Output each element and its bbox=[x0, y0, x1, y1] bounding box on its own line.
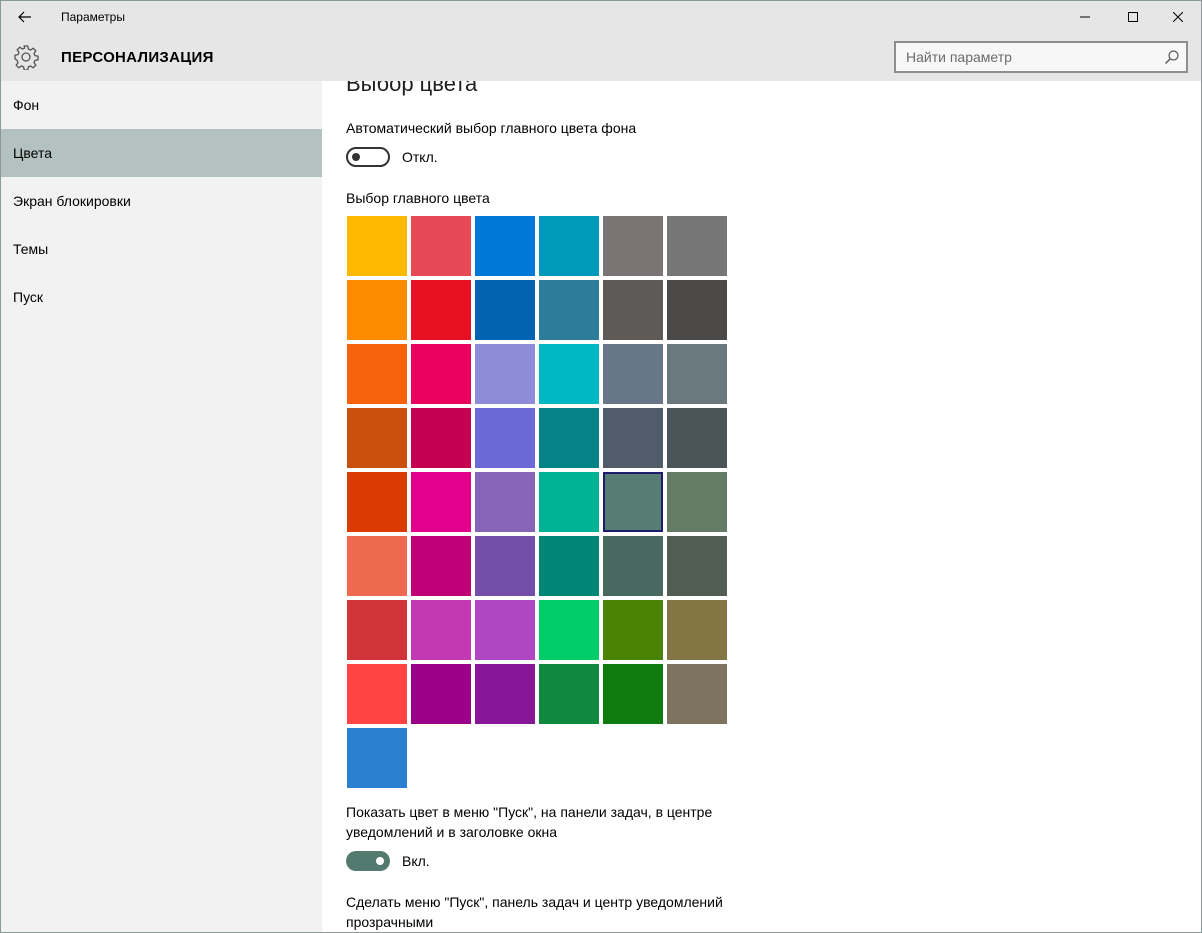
color-swatch[interactable] bbox=[347, 344, 407, 404]
settings-header: ПЕРСОНАЛИЗАЦИЯ bbox=[1, 33, 1201, 81]
color-swatch[interactable] bbox=[603, 472, 663, 532]
color-swatch[interactable] bbox=[475, 536, 535, 596]
color-swatch[interactable] bbox=[603, 344, 663, 404]
color-swatch[interactable] bbox=[347, 216, 407, 276]
color-swatch[interactable] bbox=[603, 536, 663, 596]
show-color-label-line2: уведомлений и в заголовке окна bbox=[346, 824, 558, 840]
close-icon bbox=[1173, 12, 1183, 22]
color-swatch[interactable] bbox=[539, 536, 599, 596]
sidebar-item-colors[interactable]: Цвета bbox=[1, 129, 322, 177]
auto-color-toggle[interactable] bbox=[346, 147, 390, 167]
section-heading: Выбор цвета bbox=[346, 81, 478, 96]
color-swatch[interactable] bbox=[667, 600, 727, 660]
color-swatch[interactable] bbox=[347, 280, 407, 340]
color-swatch[interactable] bbox=[667, 664, 727, 724]
color-swatch[interactable] bbox=[667, 536, 727, 596]
color-swatch[interactable] bbox=[539, 664, 599, 724]
transparent-label-line1: Сделать меню "Пуск", панель задач и цент… bbox=[346, 894, 723, 910]
color-swatch[interactable] bbox=[411, 664, 471, 724]
color-swatch[interactable] bbox=[475, 344, 535, 404]
color-swatch[interactable] bbox=[539, 600, 599, 660]
accent-color-grid bbox=[347, 216, 731, 792]
color-swatch[interactable] bbox=[603, 664, 663, 724]
auto-color-label: Автоматический выбор главного цвета фона bbox=[346, 120, 637, 136]
sidebar-item-background[interactable]: Фон bbox=[1, 81, 322, 129]
search-icon[interactable] bbox=[1164, 49, 1180, 65]
color-swatch[interactable] bbox=[539, 408, 599, 468]
maximize-icon bbox=[1128, 12, 1138, 22]
color-swatch[interactable] bbox=[539, 344, 599, 404]
search-input[interactable] bbox=[906, 49, 1156, 65]
search-box[interactable] bbox=[894, 41, 1188, 73]
color-swatch[interactable] bbox=[667, 344, 727, 404]
color-swatch[interactable] bbox=[603, 600, 663, 660]
color-swatch[interactable] bbox=[411, 216, 471, 276]
color-swatch[interactable] bbox=[539, 216, 599, 276]
color-swatch[interactable] bbox=[539, 472, 599, 532]
color-swatch[interactable] bbox=[347, 536, 407, 596]
minimize-button[interactable] bbox=[1062, 1, 1108, 33]
back-arrow-icon bbox=[18, 11, 31, 23]
color-swatch[interactable] bbox=[411, 344, 471, 404]
color-swatch[interactable] bbox=[347, 600, 407, 660]
color-swatch[interactable] bbox=[411, 280, 471, 340]
back-button[interactable] bbox=[11, 5, 39, 29]
sidebar-item-start[interactable]: Пуск bbox=[1, 273, 322, 321]
color-swatch[interactable] bbox=[347, 472, 407, 532]
show-color-state: Вкл. bbox=[402, 853, 430, 869]
color-swatch[interactable] bbox=[411, 536, 471, 596]
maximize-button[interactable] bbox=[1110, 1, 1156, 33]
show-color-toggle[interactable] bbox=[346, 851, 390, 871]
accent-color-label: Выбор главного цвета bbox=[346, 190, 490, 206]
color-swatch[interactable] bbox=[667, 216, 727, 276]
minimize-icon bbox=[1080, 16, 1090, 18]
sidebar-item-themes[interactable]: Темы bbox=[1, 225, 322, 273]
toggle-knob bbox=[376, 857, 384, 865]
color-swatch[interactable] bbox=[603, 280, 663, 340]
color-swatch[interactable] bbox=[475, 280, 535, 340]
auto-color-state: Откл. bbox=[402, 149, 438, 165]
gear-icon bbox=[14, 45, 39, 70]
transparent-label-line2: прозрачными bbox=[346, 914, 434, 930]
color-swatch[interactable] bbox=[411, 600, 471, 660]
color-swatch[interactable] bbox=[539, 280, 599, 340]
page-title: ПЕРСОНАЛИЗАЦИЯ bbox=[61, 49, 214, 66]
color-swatch[interactable] bbox=[347, 408, 407, 468]
color-swatch[interactable] bbox=[411, 472, 471, 532]
color-swatch[interactable] bbox=[667, 408, 727, 468]
color-swatch[interactable] bbox=[475, 216, 535, 276]
title-bar: Параметры bbox=[1, 1, 1201, 33]
color-swatch[interactable] bbox=[667, 280, 727, 340]
sidebar-item-lock-screen[interactable]: Экран блокировки bbox=[1, 177, 322, 225]
color-swatch[interactable] bbox=[347, 728, 407, 788]
sidebar: Фон Цвета Экран блокировки Темы Пуск bbox=[1, 81, 322, 932]
close-button[interactable] bbox=[1155, 1, 1201, 33]
toggle-knob bbox=[352, 153, 360, 161]
color-swatch[interactable] bbox=[475, 600, 535, 660]
color-swatch[interactable] bbox=[603, 408, 663, 468]
window-title: Параметры bbox=[61, 10, 125, 24]
color-swatch[interactable] bbox=[475, 664, 535, 724]
color-swatch[interactable] bbox=[347, 664, 407, 724]
color-swatch[interactable] bbox=[667, 472, 727, 532]
settings-window: Параметры ПЕРСОНАЛИЗАЦИЯ Фон Цвета Экран… bbox=[0, 0, 1202, 933]
color-swatch[interactable] bbox=[475, 472, 535, 532]
show-color-label-line1: Показать цвет в меню "Пуск", на панели з… bbox=[346, 804, 713, 820]
main-content: Выбор цвета Автоматический выбор главног… bbox=[322, 81, 1201, 932]
color-swatch[interactable] bbox=[603, 216, 663, 276]
color-swatch[interactable] bbox=[475, 408, 535, 468]
color-swatch[interactable] bbox=[411, 408, 471, 468]
